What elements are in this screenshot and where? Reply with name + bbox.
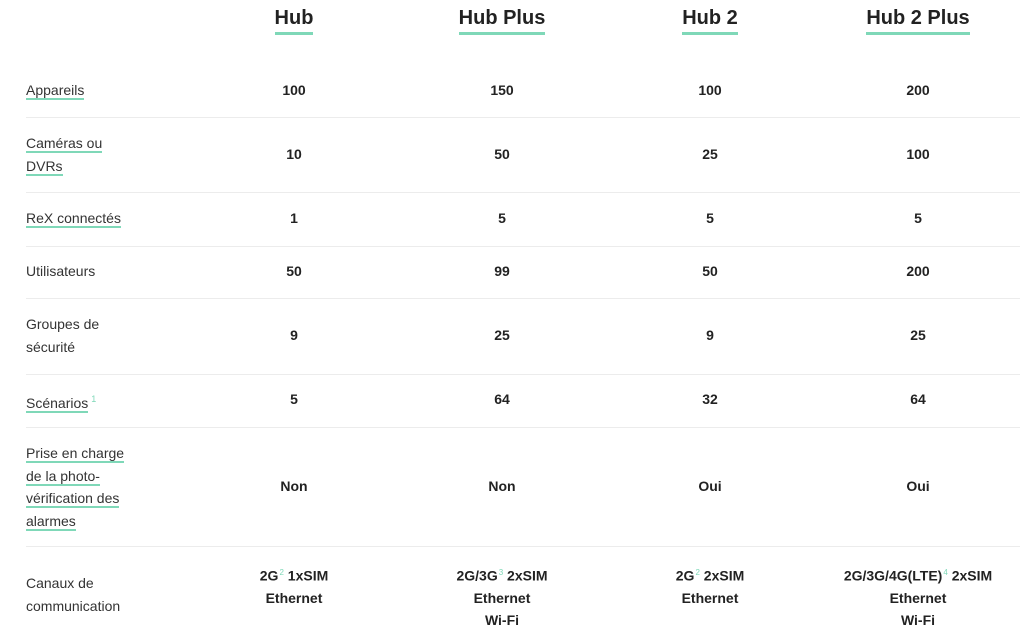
table-cell: Oui bbox=[906, 478, 930, 494]
table-cell: 2G2 1xSIM Ethernet bbox=[259, 567, 329, 606]
row-label[interactable]: Scénarios 1 bbox=[26, 388, 146, 414]
table-cell: 25 bbox=[910, 327, 926, 343]
table-row: Canaux de communication 2G2 1xSIM Ethern… bbox=[26, 547, 1020, 633]
row-label: Utilisateurs bbox=[26, 263, 96, 279]
table-cell: 64 bbox=[910, 391, 926, 407]
table-row: Groupes de sécurité 9 25 9 25 bbox=[26, 299, 1020, 375]
table-row: Scénarios 1 5 64 32 64 bbox=[26, 375, 1020, 428]
table-cell: 50 bbox=[702, 263, 718, 279]
table-cell: Oui bbox=[698, 478, 722, 494]
table-row: ReX connectés 1 5 5 5 bbox=[26, 193, 1020, 247]
table-cell: 100 bbox=[282, 82, 306, 98]
table-cell: 32 bbox=[702, 391, 718, 407]
table-cell: 150 bbox=[490, 82, 514, 98]
column-header-hub: Hub bbox=[194, 6, 394, 35]
table-row: Appareils 100 150 100 200 bbox=[26, 64, 1020, 118]
table-row: Utilisateurs 50 99 50 200 bbox=[26, 247, 1020, 299]
footnote-marker[interactable]: 1 bbox=[91, 394, 96, 404]
table-cell: 200 bbox=[906, 263, 930, 279]
table-cell: 100 bbox=[698, 82, 722, 98]
table-cell: 5 bbox=[290, 391, 298, 407]
table-cell: Non bbox=[280, 478, 308, 494]
table-cell: 1 bbox=[290, 210, 298, 226]
table-cell: 99 bbox=[494, 263, 510, 279]
row-label[interactable]: Appareils bbox=[26, 79, 146, 102]
table-cell: 9 bbox=[706, 327, 714, 343]
row-label[interactable]: ReX connectés bbox=[26, 207, 146, 230]
table-cell: 200 bbox=[906, 82, 930, 98]
column-header-hub-2: Hub 2 bbox=[610, 6, 810, 35]
table-cell: 5 bbox=[914, 210, 922, 226]
table-cell: 5 bbox=[498, 210, 506, 226]
table-cell: 2G/3G/4G(LTE)4 2xSIM Ethernet Wi-Fi bbox=[843, 567, 993, 628]
row-label[interactable]: Prise en charge de la photo-vérification… bbox=[26, 442, 136, 532]
table-cell: 50 bbox=[494, 146, 510, 162]
table-cell: 5 bbox=[706, 210, 714, 226]
table-cell: 25 bbox=[702, 146, 718, 162]
table-cell: 100 bbox=[906, 146, 930, 162]
table-cell: 10 bbox=[286, 146, 302, 162]
table-cell: 9 bbox=[290, 327, 298, 343]
column-header-hub-plus: Hub Plus bbox=[402, 6, 602, 35]
row-label[interactable]: Caméras ou DVRs bbox=[26, 132, 116, 177]
column-header-hub-2-plus: Hub 2 Plus bbox=[818, 6, 1018, 35]
table-row: Prise en charge de la photo-vérification… bbox=[26, 428, 1020, 547]
table-cell: 2G2 2xSIM Ethernet bbox=[675, 567, 745, 606]
row-label: Canaux de communication bbox=[26, 575, 121, 614]
table-cell: 25 bbox=[494, 327, 510, 343]
table-cell: 64 bbox=[494, 391, 510, 407]
table-cell: 2G/3G3 2xSIM Ethernet Wi-Fi bbox=[456, 567, 548, 628]
table-row: Caméras ou DVRs 10 50 25 100 bbox=[26, 118, 1020, 193]
row-label: Groupes de sécurité bbox=[26, 316, 100, 355]
table-cell: Non bbox=[488, 478, 516, 494]
table-cell: 50 bbox=[286, 263, 302, 279]
table-header: Hub Hub Plus Hub 2 Hub 2 Plus bbox=[0, 0, 1024, 45]
